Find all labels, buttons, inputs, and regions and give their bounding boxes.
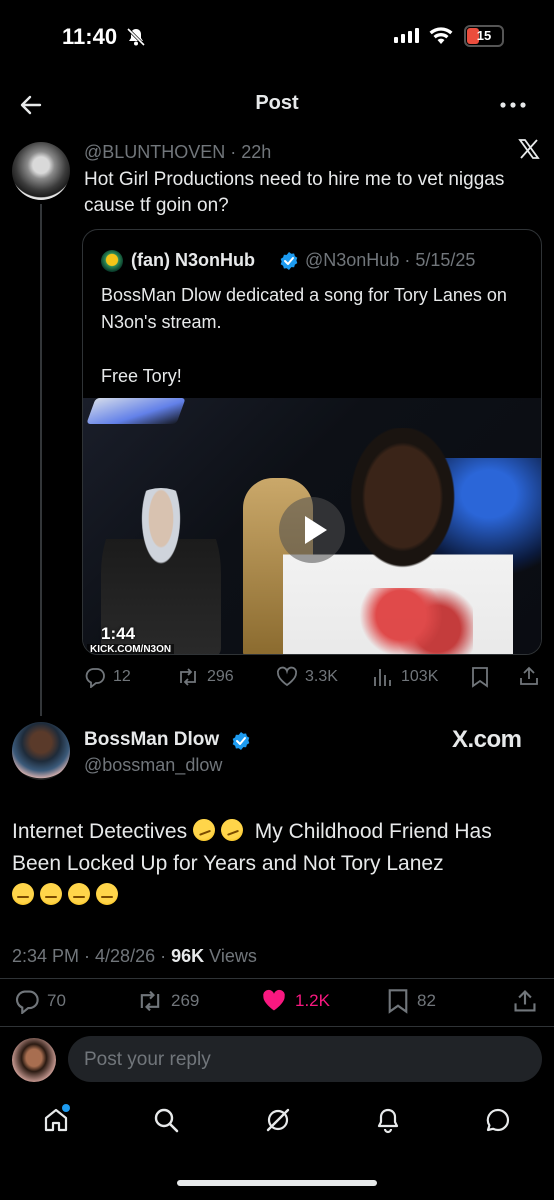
video-duration: 1:44 — [101, 624, 136, 643]
reply-input[interactable]: Post your reply — [68, 1036, 542, 1082]
search-icon[interactable] — [152, 1106, 180, 1134]
quote-avatar — [101, 250, 123, 272]
unamused-emoji-icon — [68, 883, 90, 905]
tweet-text-part1: Internet Detectives — [12, 820, 188, 843]
avatar[interactable] — [12, 142, 70, 200]
home-indicator — [177, 1180, 377, 1186]
bookmark-icon[interactable] — [470, 666, 490, 688]
rofl-emoji-icon — [189, 815, 219, 845]
unamused-emoji-icon — [12, 883, 34, 905]
reply-placeholder: Post your reply — [84, 1049, 211, 1070]
like-button[interactable]: 1.2K — [260, 988, 330, 1014]
bookmark-button[interactable]: 82 — [386, 988, 436, 1014]
views-count: 103K — [401, 668, 439, 685]
battery-level: 15 — [476, 28, 492, 43]
share-icon[interactable] — [518, 665, 540, 687]
avatar[interactable] — [12, 722, 70, 780]
unamused-emoji-icon — [96, 883, 118, 905]
views-button[interactable]: 103K — [372, 666, 438, 688]
heart-filled-icon — [263, 989, 285, 1011]
reply-button[interactable]: 70 — [14, 988, 66, 1014]
repost-button[interactable]: 269 — [136, 988, 199, 1014]
repost-count: 296 — [207, 668, 234, 685]
divider — [0, 978, 554, 979]
status-time: 11:40 — [62, 24, 118, 49]
repost-count: 269 — [171, 991, 200, 1010]
quote-handle-date: @N3onHub · 5/15/25 — [305, 250, 476, 270]
like-button[interactable]: 3.3K — [276, 666, 338, 688]
video-player[interactable]: 1:44 KICK.COM/N3ON — [83, 398, 541, 654]
bookmark-count: 82 — [417, 991, 436, 1010]
tweet-meta: 2:34 PM · 4/28/26 · 96K Views — [12, 946, 257, 967]
more-options-icon[interactable] — [500, 102, 526, 108]
battery-icon: 15 — [464, 25, 504, 47]
divider — [0, 1026, 554, 1027]
source-logo: X.com — [452, 726, 522, 753]
grok-icon[interactable] — [264, 1106, 292, 1134]
views-count: 96K — [171, 946, 205, 966]
timestamp: 2:34 PM · 4/28/26 · — [12, 946, 167, 966]
repost-icon — [140, 990, 160, 1012]
author-handle-time[interactable]: @BLUNTHOVEN · 22h — [84, 142, 271, 163]
messages-icon[interactable] — [484, 1106, 512, 1134]
user-avatar — [12, 1038, 56, 1082]
verified-badge-icon — [280, 252, 298, 270]
bookmark-icon — [388, 989, 408, 1014]
quote-author-name: (fan) N3onHub — [131, 250, 255, 270]
reply-count: 70 — [47, 991, 66, 1010]
author-name[interactable]: BossMan Dlow — [84, 729, 219, 751]
thread-line — [40, 204, 42, 716]
reply-count: 12 — [113, 668, 131, 685]
views-icon — [374, 669, 391, 686]
verified-badge-icon — [232, 732, 250, 750]
notification-dot — [62, 1104, 70, 1112]
repost-button[interactable]: 296 — [176, 666, 234, 688]
tweet-text: Hot Girl Productions need to hire me to … — [84, 169, 505, 216]
play-icon[interactable] — [279, 497, 345, 563]
quote-text: BossMan Dlow dedicated a song for Tory L… — [101, 285, 507, 386]
reply-icon — [85, 668, 105, 688]
reply-button[interactable]: 12 — [84, 666, 131, 688]
page-title: Post — [255, 92, 299, 114]
wifi-icon — [429, 27, 453, 44]
repost-icon — [180, 668, 196, 686]
bell-off-icon — [126, 27, 146, 47]
x-logo-icon — [518, 139, 540, 159]
unamused-emoji-icon — [40, 883, 62, 905]
reply-icon — [16, 990, 39, 1014]
notifications-icon[interactable] — [374, 1106, 402, 1134]
rofl-emoji-icon — [217, 815, 247, 845]
tweet-text: Internet Detectives My Childhood Friend … — [12, 815, 542, 912]
share-icon[interactable] — [512, 988, 538, 1014]
quoted-tweet[interactable]: (fan) N3onHub @N3onHub · 5/15/25 BossMan… — [82, 229, 542, 655]
heart-icon — [276, 666, 298, 687]
views-label: Views — [209, 946, 257, 966]
video-watermark: KICK.COM/N3ON — [87, 644, 175, 654]
like-count: 3.3K — [305, 668, 338, 685]
author-handle[interactable]: @bossman_dlow — [84, 755, 222, 776]
like-count: 1.2K — [295, 991, 330, 1010]
signal-icon — [394, 28, 419, 43]
